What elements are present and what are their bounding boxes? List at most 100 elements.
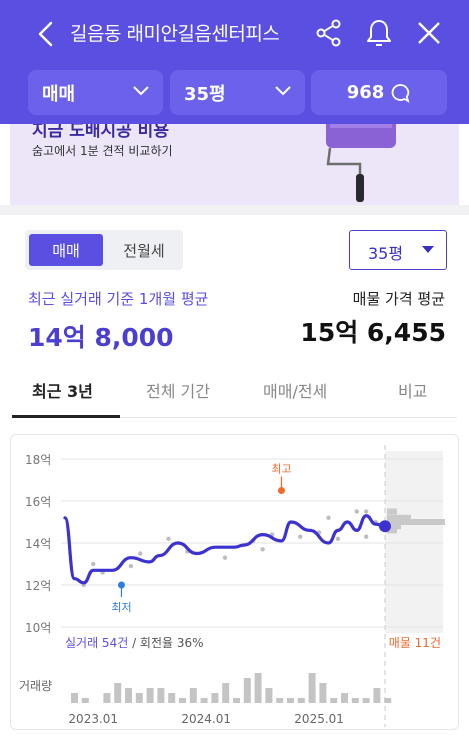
trade-point (166, 536, 171, 541)
caret-down-icon (422, 246, 434, 253)
listing-bar (387, 508, 397, 515)
share-icon[interactable] (314, 18, 344, 48)
close-icon[interactable] (414, 18, 444, 48)
volume-bar (81, 698, 89, 703)
turnover-rate: / 회전율 36% (132, 636, 203, 650)
tab-sale-jeonse[interactable]: 매매/전세 (263, 378, 327, 402)
high-marker-dot (277, 487, 285, 494)
high-label: 최고 (271, 463, 291, 476)
tab-all-period[interactable]: 전체 기간 (146, 378, 210, 402)
volume-bar (157, 688, 165, 703)
volume-bar (189, 688, 197, 703)
volume-bar (384, 698, 392, 703)
comment-count: 968 (346, 82, 385, 103)
trade-type-label: 매매 (42, 83, 76, 105)
top-bar: 길음동 래미안길음센터피스 (0, 0, 469, 66)
back-arrow-icon[interactable] (32, 20, 60, 48)
segment-rent[interactable]: 전월세 (107, 234, 181, 266)
volume-bar (297, 698, 305, 703)
active-tab-indicator (12, 415, 120, 418)
volume-bar (233, 698, 240, 703)
chevron-down-icon (275, 86, 291, 96)
volume-bar (265, 688, 273, 703)
listing-zone (385, 451, 443, 633)
volume-bar (211, 693, 219, 703)
section-divider (0, 205, 469, 215)
current-price-dot (379, 520, 391, 533)
y-tick-label: 16억 (25, 495, 51, 509)
tab-compare[interactable]: 비교 (398, 378, 427, 402)
bell-icon[interactable] (364, 18, 394, 48)
volume-bar (362, 698, 370, 703)
paint-roller-icon (326, 124, 396, 202)
trade-point (222, 555, 228, 560)
volume-bar (254, 673, 262, 703)
trade-point (335, 536, 341, 541)
volume-bar (168, 693, 176, 703)
area-select-label: 35평 (368, 244, 404, 263)
trade-type-segment: 매매 전월세 (25, 230, 183, 270)
volume-bar (222, 683, 230, 703)
speech-bubble-icon (391, 83, 410, 103)
volume-bar (330, 698, 338, 703)
volume-bar (287, 698, 294, 703)
y-tick-label: 10억 (25, 621, 51, 635)
listing-average-label: 매물 가격 평균 (352, 290, 445, 308)
volume-bar (135, 693, 143, 703)
trade-point (128, 563, 134, 569)
tab-recent-3y[interactable]: 최근 3년 (32, 378, 93, 402)
banner-subtitle: 숨고에서 1분 견적 비교하기 (32, 144, 173, 158)
volume-label: 거래량 (19, 679, 52, 693)
trade-point (138, 551, 143, 556)
volume-bar (373, 688, 381, 703)
x-tick-label: 2023.01 (68, 712, 118, 726)
y-tick-label: 12억 (25, 579, 51, 593)
area-select[interactable]: 35평 (349, 230, 447, 270)
volume-bar (103, 693, 111, 703)
volume-bar (125, 688, 132, 703)
trade-point (298, 534, 303, 539)
trade-stats-prefix: 실거래 54건 (65, 636, 132, 650)
ad-banner[interactable]: 지금 도배시공 비용 숨고에서 1분 견적 비교하기 (10, 124, 459, 205)
volume-bar (276, 698, 284, 703)
trade-point (363, 534, 369, 539)
recent-average-value: 14억 8,000 (28, 323, 174, 352)
volume-bar (179, 698, 186, 703)
low-marker-dot (117, 581, 125, 589)
y-tick-label: 14억 (25, 537, 51, 551)
volume-bar (319, 683, 327, 703)
page-title: 길음동 래미안길음센터피스 (70, 23, 280, 45)
trade-stats: 실거래 54건 / 회전율 36% (65, 636, 204, 650)
banner-headline: 지금 도배시공 비용 (32, 124, 169, 141)
comments-button[interactable]: 968 (311, 70, 447, 115)
listing-average-value: 15억 6,455 (300, 318, 446, 347)
trade-type-dropdown[interactable]: 매매 (28, 70, 163, 115)
volume-bar (146, 688, 154, 703)
price-chart-card: 18억 16억 14억 12억 10억 최고 최저 실거래 54건 / 회전율 36% 매물 1… (10, 434, 459, 730)
area-label: 35평 (184, 83, 226, 105)
trade-point (354, 509, 359, 514)
volume-bar (351, 698, 359, 703)
trade-point (260, 547, 265, 552)
listing-count: 매물 11건 (389, 636, 441, 650)
x-tick-label: 2024.01 (181, 712, 231, 726)
segment-sale[interactable]: 매매 (29, 234, 103, 266)
volume-bar (114, 683, 122, 703)
trade-point (326, 515, 331, 520)
y-tick-label: 18억 (25, 453, 51, 467)
area-dropdown[interactable]: 35평 (170, 70, 305, 115)
volume-bar (243, 678, 251, 703)
trade-point (91, 561, 96, 567)
price-line (63, 514, 387, 585)
chevron-down-icon (133, 86, 149, 96)
recent-average-label: 최근 실거래 기준 1개월 평균 (28, 290, 209, 308)
volume-bar (71, 693, 78, 703)
app-header: 길음동 래미안길음센터피스 매매 35평 968 (0, 0, 469, 124)
volume-bar (200, 698, 208, 703)
period-tabs: 최근 3년 전체 기간 매매/전세 비교 (12, 366, 457, 418)
price-chart[interactable]: 18억 16억 14억 12억 10억 최고최저실거래 54건 / 회전율 36% 매물 1… (11, 435, 460, 731)
volume-bar (341, 693, 348, 703)
x-tick-label: 2025.01 (294, 712, 344, 726)
trade-point (363, 509, 369, 514)
volume-bar (308, 673, 316, 703)
